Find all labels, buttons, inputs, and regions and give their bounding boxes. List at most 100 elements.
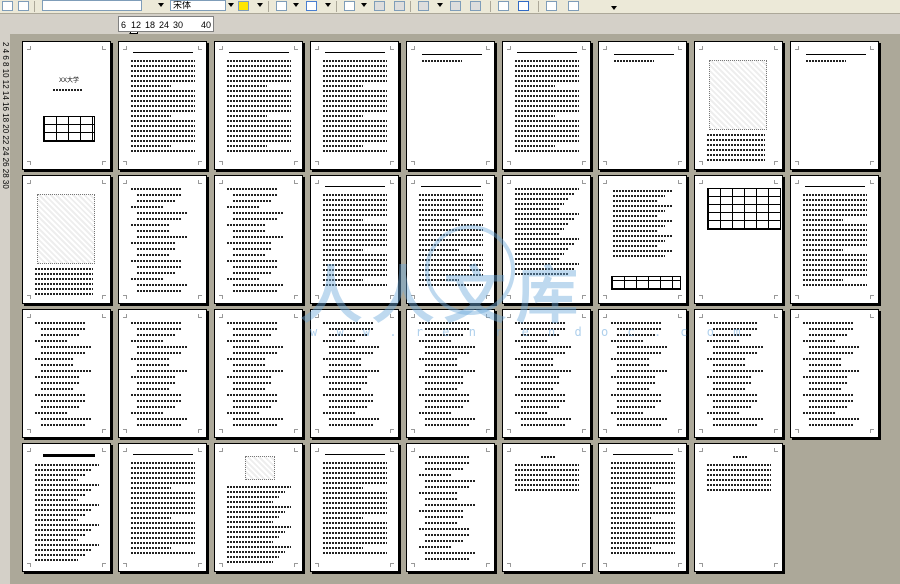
page-thumbnail[interactable]: [118, 41, 207, 170]
page-thumbnail[interactable]: [406, 175, 495, 304]
page-thumbnail[interactable]: [310, 443, 399, 572]
insert-columns-icon[interactable]: [374, 1, 385, 11]
link-icon[interactable]: [306, 1, 317, 11]
crop-mark: [795, 180, 799, 184]
ruler-tick-label: 6: [121, 20, 127, 30]
text-line: [323, 507, 387, 509]
distribute-icon[interactable]: [450, 1, 461, 11]
crop-mark: [699, 563, 703, 567]
crop-mark: [678, 46, 682, 50]
chevron-down-icon[interactable]: [437, 3, 443, 7]
page-thumbnail[interactable]: [406, 309, 495, 438]
page-thumbnail[interactable]: [502, 443, 591, 572]
crop-mark: [678, 448, 682, 452]
page-thumbnail[interactable]: [22, 175, 111, 304]
page-thumbnail[interactable]: [598, 175, 687, 304]
text-line: [515, 253, 564, 255]
page-thumbnail[interactable]: [118, 309, 207, 438]
crop-mark: [27, 180, 31, 184]
sort-za-icon[interactable]: [568, 1, 579, 11]
page-thumbnail[interactable]: [214, 309, 303, 438]
text-line: [229, 52, 289, 53]
sort-az-icon[interactable]: [546, 1, 557, 11]
text-line: [803, 194, 867, 196]
page-thumbnail[interactable]: [502, 175, 591, 304]
show-hide-icon[interactable]: [498, 1, 509, 11]
text-line: [227, 140, 291, 142]
text-line: [131, 552, 195, 554]
chevron-right-icon[interactable]: [592, 1, 603, 11]
crop-mark: [699, 429, 703, 433]
page-thumbnail[interactable]: [214, 175, 303, 304]
page-thumbnail[interactable]: [22, 309, 111, 438]
chevron-down-icon[interactable]: [293, 3, 299, 7]
text-line: [803, 412, 835, 414]
multi-page-preview[interactable]: XX大学: [10, 34, 900, 584]
page-thumbnail[interactable]: [22, 443, 111, 572]
page-thumbnail[interactable]: [694, 175, 783, 304]
font-color-icon[interactable]: [238, 1, 249, 11]
insert-rows-icon[interactable]: [394, 1, 405, 11]
font-combo[interactable]: [42, 0, 142, 11]
text-line: [803, 340, 835, 342]
crop-mark: [27, 161, 31, 165]
text-line: [613, 250, 673, 252]
text-line: [611, 532, 675, 534]
text-line: [227, 322, 277, 324]
text-line: [425, 498, 457, 500]
text-line: [515, 218, 574, 220]
page-thumbnail[interactable]: [790, 41, 879, 170]
text-line: [323, 140, 387, 142]
text-line: [41, 400, 85, 402]
page-thumbnail[interactable]: [310, 41, 399, 170]
page-thumbnail[interactable]: [598, 41, 687, 170]
crop-mark: [774, 46, 778, 50]
chevron-down-icon[interactable]: [257, 3, 263, 7]
page-thumbnail[interactable]: [406, 41, 495, 170]
text-line: [809, 364, 841, 366]
text-line: [131, 206, 163, 208]
page-thumbnail[interactable]: [598, 443, 687, 572]
grid-icon[interactable]: [518, 1, 529, 11]
page-thumbnail[interactable]: XX大学: [22, 41, 111, 170]
text-line: [803, 209, 867, 211]
chevron-down-icon[interactable]: [361, 3, 367, 7]
page-thumbnail[interactable]: [118, 443, 207, 572]
borders-icon[interactable]: [276, 1, 287, 11]
page-thumbnail[interactable]: [790, 309, 879, 438]
toolbar-overflow-icon[interactable]: [611, 6, 617, 10]
crop-mark: [870, 429, 874, 433]
data-table: [611, 276, 681, 290]
page-thumbnail[interactable]: [310, 175, 399, 304]
page-thumbnail[interactable]: [694, 443, 783, 572]
page-thumbnail[interactable]: [214, 41, 303, 170]
text-line: [809, 388, 841, 390]
page-thumbnail[interactable]: [118, 175, 207, 304]
page-thumbnail[interactable]: [694, 309, 783, 438]
align-icon[interactable]: [418, 1, 429, 11]
page-thumbnail[interactable]: [598, 309, 687, 438]
page-thumbnail[interactable]: [406, 443, 495, 572]
text-line: [521, 352, 565, 354]
page-thumbnail[interactable]: [214, 443, 303, 572]
text-line: [233, 218, 277, 220]
crop-mark: [123, 46, 127, 50]
chevron-down-icon[interactable]: [325, 3, 331, 7]
page-thumbnail[interactable]: [502, 309, 591, 438]
new-icon[interactable]: [2, 1, 13, 11]
chevron-down-icon[interactable]: [228, 3, 234, 7]
crop-mark: [102, 314, 106, 318]
text-line: [521, 424, 565, 426]
text-line: [419, 510, 463, 512]
text-line: [515, 489, 579, 491]
page-thumbnail[interactable]: [694, 41, 783, 170]
font-size-combo[interactable]: 宋体: [170, 0, 226, 11]
distribute-columns-icon[interactable]: [470, 1, 481, 11]
page-thumbnail[interactable]: [310, 309, 399, 438]
ruler-strip[interactable]: 6 12 18 24 30 40: [118, 16, 214, 32]
page-thumbnail[interactable]: [790, 175, 879, 304]
page-thumbnail[interactable]: [502, 41, 591, 170]
properties-icon[interactable]: [18, 1, 29, 11]
chevron-down-icon[interactable]: [158, 3, 164, 7]
table-icon[interactable]: [344, 1, 355, 11]
